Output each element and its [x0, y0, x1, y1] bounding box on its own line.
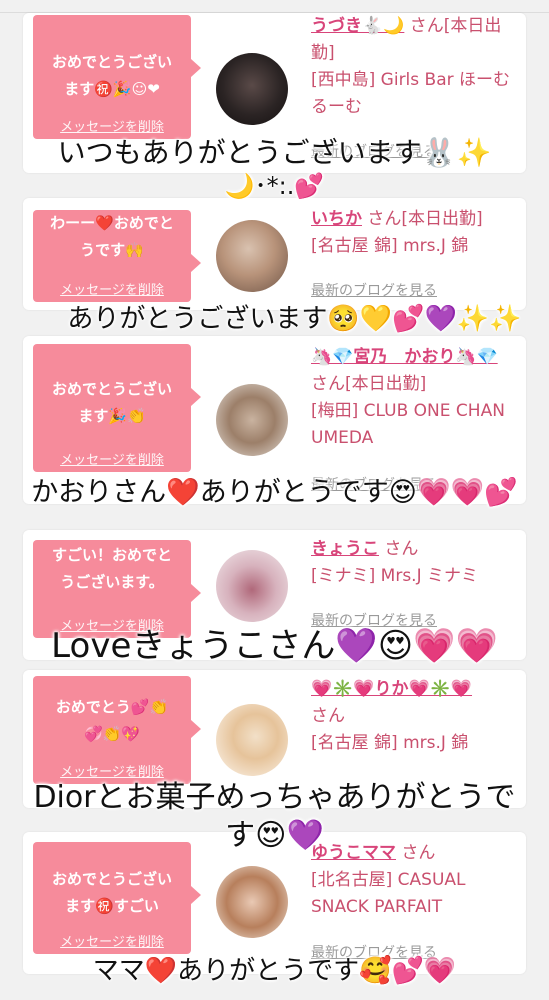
caption-thanks-1: いつもありがとうございます🐰✨ [57, 136, 492, 169]
shop-name: [西中島] Girls Bar ほーむるーむ [311, 70, 511, 117]
caption-thanks-2: ありがとうございます🥺💛💕💜✨✨ [67, 304, 522, 334]
delete-message-link[interactable]: メッセージを削除 [33, 931, 191, 950]
latest-blog-link[interactable]: 最新のブログを見る [311, 280, 437, 300]
message-text: おめでとうござい ます㊗️🎉☺︎❤ [51, 53, 172, 98]
message-bubble: おめでとうござい ます㊗️🎉☺︎❤ メッセージを削除 [33, 15, 201, 139]
message-text: おめでとうござい ます🎉👏 [51, 380, 172, 425]
user-info: いちか さん[本日出勤] [名古屋 錦] mrs.J 錦 [311, 206, 521, 260]
user-name-link[interactable]: 💗✳️💗りか💗✳️💗 [311, 679, 472, 699]
caption-thanks-6: ママ❤️ありがとうです🥰💕💗 [92, 956, 457, 986]
message-text: おめでとう💕👏 💞👏💖 [55, 698, 169, 743]
user-info: 🦄💎宮乃 かおり🦄💎 さん[本日出勤] [梅田] CLUB ONE CHAN U… [311, 344, 521, 452]
user-name-link[interactable]: うづき🐇🌙 [311, 16, 404, 36]
message-bubble: わーー❤️おめでと うです🙌 メッセージを削除 [33, 210, 201, 302]
message-text: おめでとうござい ます㊗️すごい [51, 870, 172, 915]
caption-thanks-5b: す😍💜 [225, 818, 324, 853]
message-bubble: おめでとうござい ます🎉👏 メッセージを削除 [33, 344, 201, 472]
shop-name: [梅田] CLUB ONE CHAN UMEDA [311, 401, 505, 448]
avatar[interactable] [216, 866, 288, 938]
shop-name: [北名古屋] CASUAL SNACK PARFAIT [311, 870, 466, 917]
user-info: うづき🐇🌙 さん[本日出勤] [西中島] Girls Bar ほーむるーむ [311, 13, 521, 121]
user-name-link[interactable]: 🦄💎宮乃 かおり🦄💎 [311, 347, 498, 367]
user-status: さん [384, 539, 419, 559]
user-status: さん[本日出勤] [311, 374, 427, 394]
avatar[interactable] [216, 53, 288, 125]
caption-thanks-1-deco: 🌙･*:.💕 [224, 172, 325, 200]
delete-message-link[interactable]: メッセージを削除 [33, 279, 191, 298]
caption-thanks-3: かおりさん❤️ありがとうです😍💗💗💕 [31, 477, 518, 508]
shop-name: [名古屋 錦] mrs.J 錦 [311, 236, 469, 256]
message-bubble: おめでとうござい ます㊗️すごい メッセージを削除 [33, 842, 201, 954]
shop-name: [名古屋 錦] mrs.J 錦 [311, 733, 469, 753]
message-card: わーー❤️おめでと うです🙌 メッセージを削除 いちか さん[本日出勤] [名古… [23, 198, 526, 310]
avatar[interactable] [216, 384, 288, 456]
caption-thanks-4: Loveきょうこさん💜😍💗💗 [51, 626, 498, 666]
avatar[interactable] [216, 220, 288, 292]
delete-message-link[interactable]: メッセージを削除 [33, 449, 191, 468]
user-name-link[interactable]: きょうこ [311, 539, 379, 559]
user-name-link[interactable]: いちか [311, 209, 362, 229]
message-text: すごい！おめでと うございます。 [51, 546, 172, 591]
user-info: 💗✳️💗りか💗✳️💗 さん [名古屋 錦] mrs.J 錦 [311, 676, 521, 757]
user-status: さん[本日出勤] [367, 209, 483, 229]
user-info: きょうこ さん [ミナミ] Mrs.J ミナミ [311, 536, 521, 590]
avatar[interactable] [216, 550, 288, 622]
user-status: さん [311, 706, 345, 726]
avatar[interactable] [216, 704, 288, 776]
message-bubble: おめでとう💕👏 💞👏💖 メッセージを削除 [33, 676, 201, 784]
shop-name: [ミナミ] Mrs.J ミナミ [311, 566, 479, 586]
message-text: わーー❤️おめでと うです🙌 [50, 214, 174, 259]
